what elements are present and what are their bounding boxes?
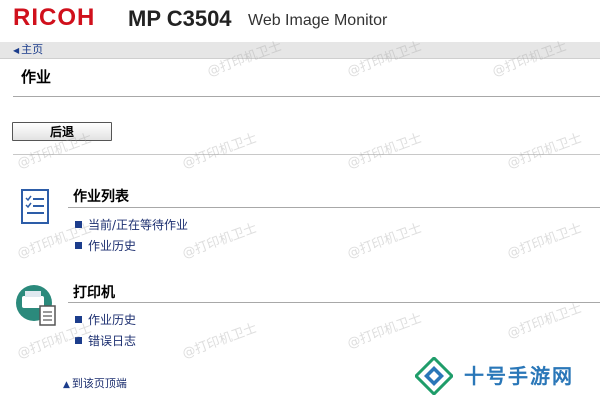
up-arrow-icon: ▲ [63,380,70,390]
link-printer-job-history[interactable]: 作业历史 [75,313,136,327]
job-list-icon [21,189,51,229]
divider [13,154,600,155]
link-label: 当前/正在等待作业 [88,218,189,232]
link-job-history[interactable]: 作业历史 [75,239,136,253]
section-title-printer: 打印机 [73,285,115,301]
link-label: 作业历史 [88,313,137,327]
section-title-job-list: 作业列表 [73,189,129,205]
link-error-log[interactable]: 错误日志 [75,334,136,348]
link-current-waiting-jobs[interactable]: 当前/正在等待作业 [75,218,188,232]
overlay-text: 十号手游网 [464,364,574,388]
bullet-icon [75,316,82,323]
watermark: @打印机卫士 [505,130,584,172]
brand-logo-icon [413,355,455,397]
back-button[interactable]: 后退 [12,122,112,141]
watermark: @打印机卫士 [345,310,424,352]
watermark: @打印机卫士 [505,300,584,342]
link-label: 作业历史 [88,239,137,253]
watermark: @打印机卫士 [180,130,259,172]
back-to-top-link[interactable]: ▲ 到该页顶端 [63,377,127,392]
watermark: @打印机卫士 [180,220,259,262]
divider [68,207,600,208]
corner-overlay: 十号手游网 [401,351,600,403]
bullet-icon [75,337,82,344]
printer-icon [14,284,60,332]
model-name: MP C3504 [128,6,232,31]
product-name: Web Image Monitor [248,12,388,29]
bullet-icon [75,221,82,228]
page-title: 作业 [21,68,52,86]
home-label: 主页 [21,43,44,56]
watermark: @打印机卫士 [505,220,584,262]
home-link[interactable]: ◀ 主页 [13,43,43,58]
header: RICOH MP C3504 Web Image Monitor [0,0,600,42]
watermark: @打印机卫士 [345,130,424,172]
bullet-icon [75,242,82,249]
watermark: @打印机卫士 [180,320,259,362]
ricoh-logo: RICOH [13,4,96,31]
link-label: 错误日志 [88,334,137,348]
back-arrow-icon: ◀ [13,46,20,55]
watermark: @打印机卫士 [345,220,424,262]
divider [68,302,600,303]
divider [13,96,600,97]
breadcrumb: ◀ 主页 [0,42,600,59]
top-link-label: 到该页顶端 [71,377,127,390]
